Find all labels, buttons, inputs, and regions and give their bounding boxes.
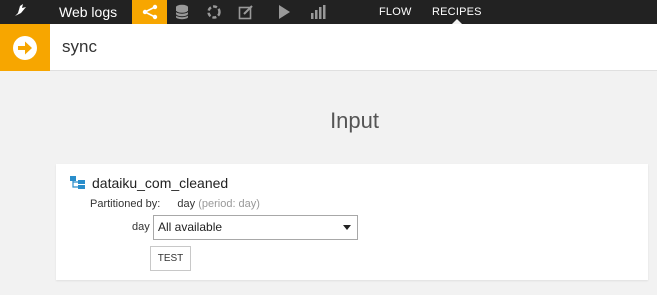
project-name[interactable]: Web logs (59, 0, 117, 24)
recipe-name: sync (62, 37, 97, 56)
section-title: Input (330, 108, 379, 133)
recipes-icon[interactable] (196, 0, 231, 24)
dimension-label: day (132, 221, 150, 233)
dataset-icon (70, 176, 86, 190)
arrow-right-icon (0, 24, 50, 71)
chevron-down-icon (343, 225, 351, 230)
dashboards-icon[interactable] (300, 0, 335, 24)
partition-info: Partitioned by: day (period: day) (90, 198, 260, 210)
dataiku-logo-icon[interactable] (0, 0, 38, 24)
top-navbar: Web logs FLOW RECIPES (0, 0, 657, 24)
partition-note: (period: day) (198, 198, 260, 210)
notebooks-icon[interactable] (228, 0, 263, 24)
datasets-icon[interactable] (164, 0, 199, 24)
test-button[interactable]: TEST (150, 246, 191, 271)
recipes-link[interactable]: RECIPES (432, 0, 482, 24)
dataset-row: dataiku_com_cleaned (70, 174, 228, 192)
partition-select[interactable]: All available (153, 215, 358, 240)
partition-dimension: day (177, 198, 196, 210)
partition-select-value: All available (158, 220, 223, 234)
flow-icon[interactable] (132, 0, 167, 24)
partitioned-by-label: Partitioned by: (90, 198, 161, 210)
flow-link[interactable]: FLOW (379, 0, 412, 24)
recipe-header: sync (0, 24, 657, 71)
dataset-name[interactable]: dataiku_com_cleaned (92, 175, 228, 191)
jobs-icon[interactable] (266, 0, 301, 24)
input-card: dataiku_com_cleaned Partitioned by: day … (56, 164, 648, 280)
